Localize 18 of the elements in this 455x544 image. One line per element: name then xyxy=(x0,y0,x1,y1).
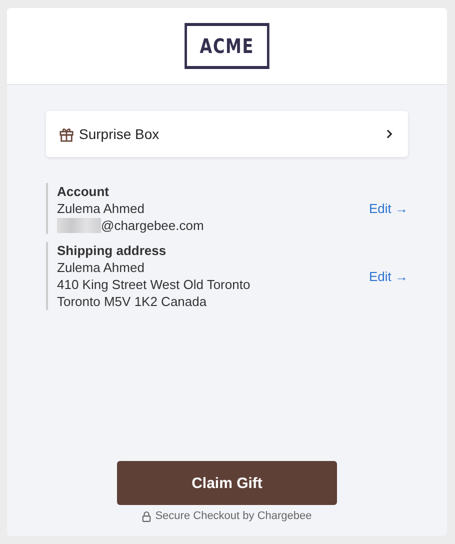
info-line: @chargebee.com xyxy=(101,217,204,234)
redacted-block xyxy=(57,218,101,233)
info-line: 410 King Street West Old Toronto xyxy=(57,276,250,293)
logo: ACME xyxy=(184,23,270,69)
product-row[interactable]: Surprise Box xyxy=(46,111,408,157)
chevron-right-icon xyxy=(386,129,393,139)
section-title: Account xyxy=(57,183,110,200)
edit-link[interactable]: Edit → xyxy=(368,268,408,284)
section-title: Shipping address xyxy=(57,242,168,259)
claim-gift-button[interactable]: Claim Gift xyxy=(117,461,337,505)
lock-icon xyxy=(142,510,152,522)
gift-icon xyxy=(59,126,74,142)
info-line: Toronto M5V 1K2 Canada xyxy=(57,293,207,310)
info-line: Zulema Ahmed xyxy=(57,259,144,276)
product-name: Surprise Box xyxy=(79,126,160,142)
info-line: Zulema Ahmed xyxy=(57,200,144,217)
edit-link[interactable]: Edit → xyxy=(368,201,408,216)
secure-checkout-text: Secure Checkout by Chargebee xyxy=(155,510,312,522)
